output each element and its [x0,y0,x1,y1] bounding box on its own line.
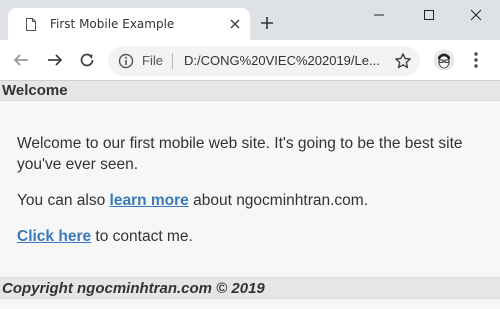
page-header: Welcome [0,81,500,101]
profile-avatar-icon[interactable] [433,49,455,71]
close-tab-icon[interactable] [228,17,242,31]
document-icon [26,18,36,31]
intro-paragraph: Welcome to our first mobile web site. It… [17,135,463,173]
tab-title: First Mobile Example [50,17,175,31]
forward-arrow-icon[interactable] [46,51,64,69]
address-bar[interactable]: File D:/CONG%20VIEC%202019/Le... [108,46,420,76]
info-icon[interactable] [118,53,134,69]
page-header-title: Welcome [2,82,68,99]
contact-paragraph: Click here to contact me. [17,226,487,247]
contact-link[interactable]: Click here [17,228,91,245]
bookmark-star-icon[interactable] [394,52,412,70]
new-tab-icon[interactable] [260,16,274,30]
page-content: Welcome Welcome to our first mobile web … [0,81,500,309]
main-content: Welcome to our first mobile web site. It… [17,133,487,262]
back-arrow-icon[interactable] [12,51,30,69]
browser-tab[interactable]: First Mobile Example [8,8,250,40]
close-window-icon[interactable] [466,6,486,24]
learn-more-prefix: You can also [17,192,106,209]
browser-titlebar: First Mobile Example [0,0,500,40]
omnibox-divider [172,53,173,69]
copyright-text: Copyright ngocminhtran.com © 2019 [2,280,265,297]
scheme-label: File [142,53,163,68]
reload-icon[interactable] [78,51,96,69]
learn-more-paragraph: You can also learn more about ngocminhtr… [17,190,487,211]
maximize-icon[interactable] [419,6,439,24]
learn-more-link[interactable]: learn more [110,192,189,209]
browser-toolbar: File D:/CONG%20VIEC%202019/Le... [0,40,500,81]
menu-dots-icon[interactable] [470,51,482,69]
contact-suffix: to contact me. [95,228,193,245]
minimize-icon[interactable] [369,6,389,24]
page-footer: Copyright ngocminhtran.com © 2019 [0,277,500,299]
url-text[interactable]: D:/CONG%20VIEC%202019/Le... [184,53,380,68]
learn-more-suffix: about ngocminhtran.com. [193,192,368,209]
